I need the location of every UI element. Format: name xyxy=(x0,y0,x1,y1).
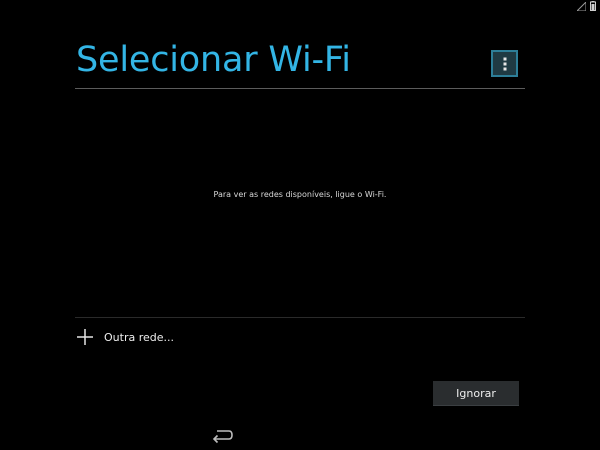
status-bar xyxy=(560,0,600,12)
signal-icon xyxy=(577,2,586,11)
page-title: Selecionar Wi-Fi xyxy=(76,40,351,80)
overflow-menu-button[interactable] xyxy=(491,50,518,77)
wifi-setup-screen: Selecionar Wi-Fi Para ver as redes dispo… xyxy=(0,0,600,450)
wifi-off-message: Para ver as redes disponíveis, ligue o W… xyxy=(213,190,387,199)
overflow-menu-icon xyxy=(503,57,506,70)
plus-icon xyxy=(77,329,93,345)
skip-button[interactable]: Ignorar xyxy=(433,381,519,406)
other-network-button[interactable]: Outra rede... xyxy=(75,326,275,348)
battery-icon xyxy=(590,1,596,11)
back-icon[interactable] xyxy=(211,428,233,444)
list-divider xyxy=(75,317,525,318)
other-network-label: Outra rede... xyxy=(104,330,174,344)
title-divider xyxy=(75,88,525,89)
